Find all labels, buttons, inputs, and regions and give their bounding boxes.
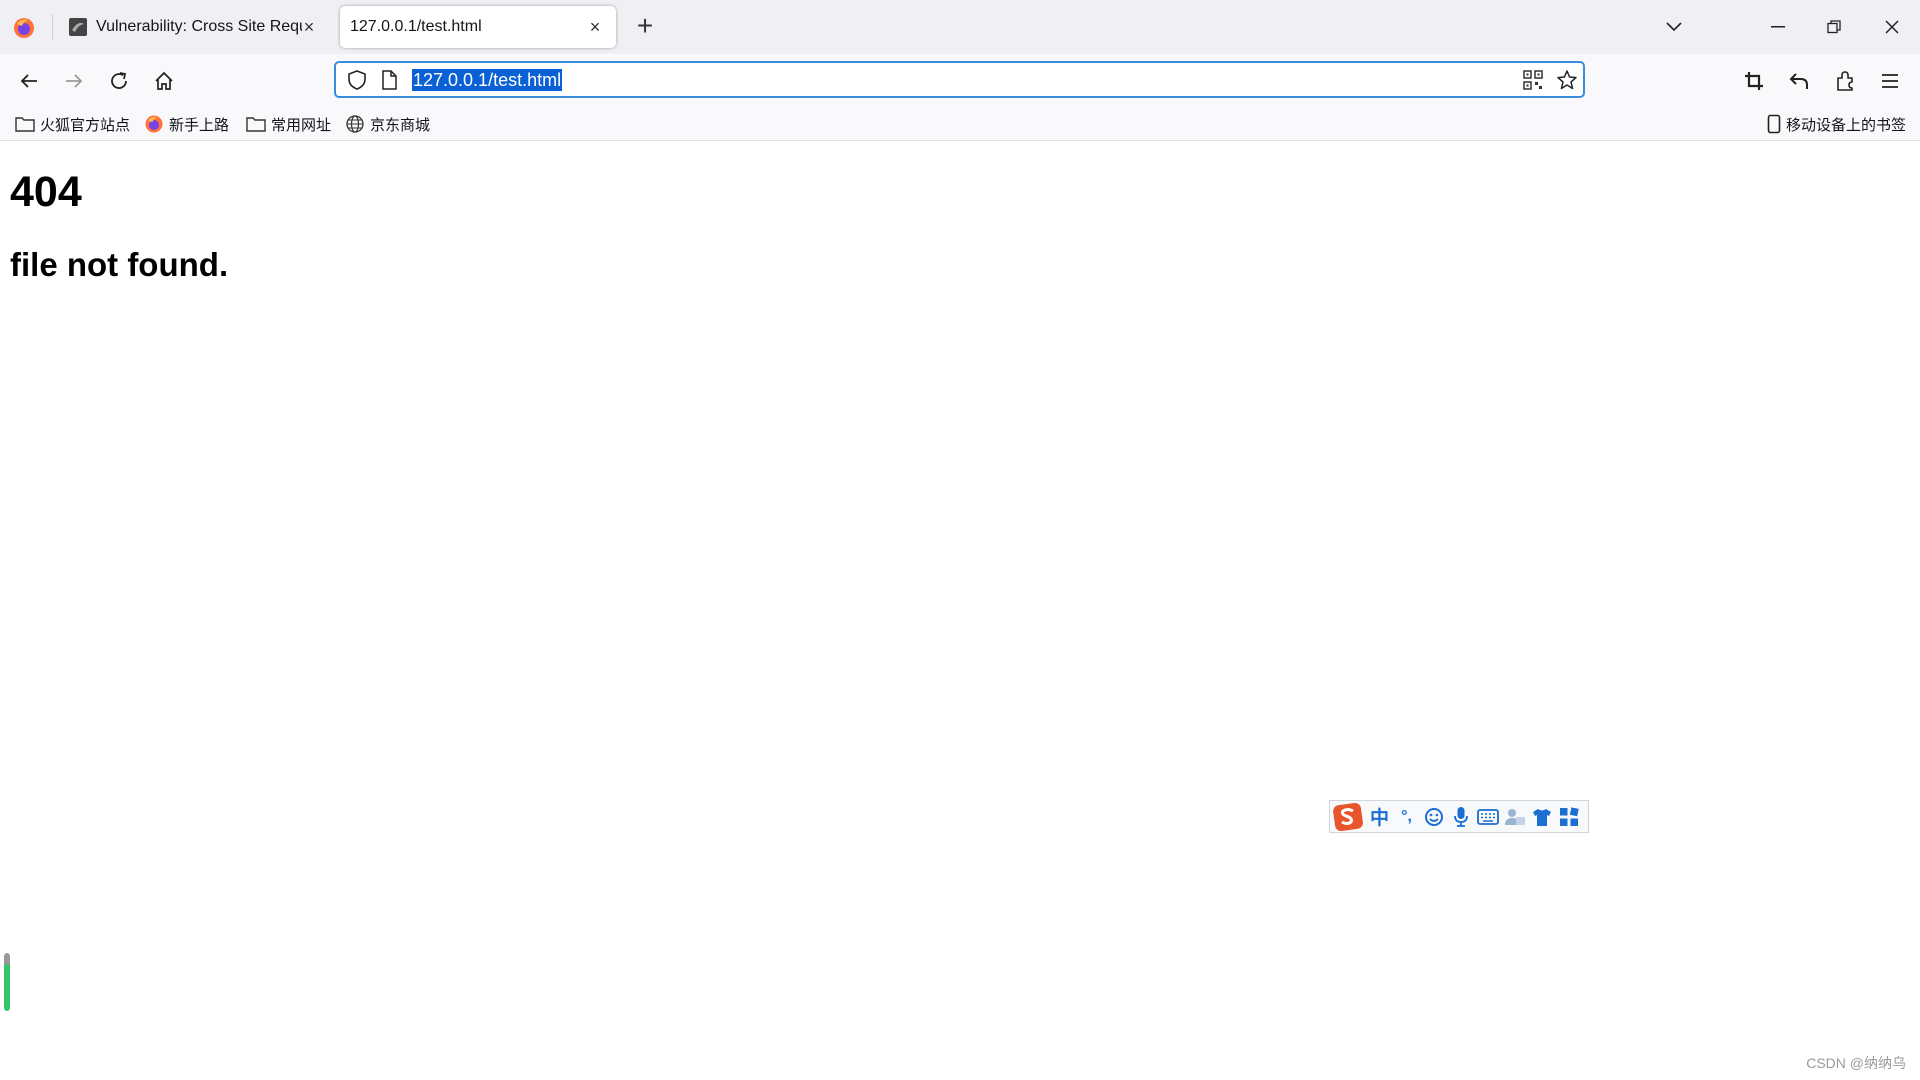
- tab-test-html[interactable]: 127.0.0.1/test.html ×: [340, 6, 616, 48]
- error-message: file not found.: [10, 246, 229, 283]
- home-icon[interactable]: [146, 63, 182, 99]
- keyboard-icon[interactable]: [1474, 803, 1501, 831]
- bookmark-firefox-site[interactable]: 火狐官方站点: [15, 112, 130, 136]
- firefox-icon: [145, 115, 163, 133]
- bookmark-label: 火狐官方站点: [40, 116, 131, 134]
- mobile-bookmarks[interactable]: 移动设备上的书签: [1767, 112, 1906, 136]
- dvwa-favicon-icon: [68, 17, 88, 37]
- sogou-logo-icon[interactable]: [1330, 802, 1366, 831]
- bookmark-star-icon[interactable]: [1556, 69, 1578, 96]
- bookmark-label: 新手上路: [169, 116, 230, 134]
- url-bar[interactable]: 127.0.0.1/test.html: [334, 61, 1585, 98]
- ime-mode-label[interactable]: 中: [1366, 803, 1393, 831]
- skin-shirt-icon[interactable]: [1528, 803, 1555, 831]
- folder-icon: [246, 117, 266, 132]
- back-icon[interactable]: [11, 63, 47, 99]
- reload-icon[interactable]: [101, 63, 137, 99]
- toolbox-grid-icon[interactable]: [1555, 803, 1582, 831]
- undo-icon[interactable]: [1781, 63, 1817, 99]
- close-window-icon[interactable]: [1864, 0, 1920, 54]
- minimize-icon[interactable]: [1750, 0, 1806, 54]
- firefox-menu-icon[interactable]: [12, 16, 36, 40]
- bookmark-label: 京东商城: [370, 116, 431, 134]
- url-text[interactable]: 127.0.0.1/test.html: [412, 69, 563, 91]
- side-progress-indicator: [4, 953, 10, 1011]
- tab-title: Vulnerability: Cross Site Requ: [96, 18, 302, 35]
- ime-toolbar[interactable]: 中 °,: [1329, 800, 1589, 833]
- microphone-icon[interactable]: [1447, 803, 1474, 831]
- close-tab-icon[interactable]: ×: [298, 16, 320, 38]
- close-tab-icon[interactable]: ×: [584, 16, 606, 38]
- globe-icon: [346, 115, 364, 133]
- watermark-text: CSDN @纳纳乌: [1806, 1055, 1906, 1071]
- bookmark-label: 常用网址: [271, 116, 332, 134]
- menu-icon[interactable]: [1872, 63, 1908, 99]
- tab-title: 127.0.0.1/test.html: [350, 18, 482, 35]
- emoji-icon[interactable]: [1420, 803, 1447, 831]
- list-all-tabs-icon[interactable]: [1646, 0, 1702, 54]
- folder-icon: [15, 117, 35, 132]
- extensions-icon[interactable]: [1827, 63, 1863, 99]
- bookmark-jd[interactable]: 京东商城: [345, 112, 430, 136]
- mobile-device-icon: [1767, 114, 1781, 134]
- screenshot-icon[interactable]: [1736, 63, 1772, 99]
- new-tab-button[interactable]: +: [630, 10, 660, 42]
- qr-code-icon[interactable]: [1523, 70, 1543, 95]
- tab-vulnerability[interactable]: Vulnerability: Cross Site Requ ×: [56, 6, 330, 48]
- forward-icon[interactable]: [56, 63, 92, 99]
- ime-punctuation-label[interactable]: °,: [1393, 803, 1420, 831]
- tab-strip: Vulnerability: Cross Site Requ × 127.0.0…: [0, 0, 1920, 54]
- bookmarks-toolbar: 火狐官方站点 新手上路 常用网址 京东商城 移动设备上的书签: [0, 107, 1920, 141]
- bookmark-getting-started[interactable]: 新手上路: [144, 112, 229, 136]
- navigation-toolbar: 127.0.0.1/test.html: [0, 54, 1920, 107]
- page-info-icon[interactable]: [380, 69, 398, 96]
- mobile-bookmarks-label: 移动设备上的书签: [1785, 116, 1906, 134]
- restore-icon[interactable]: [1806, 0, 1862, 54]
- page-heading: 404: [10, 168, 82, 216]
- user-card-icon[interactable]: [1501, 803, 1528, 831]
- bookmark-common-sites[interactable]: 常用网址: [246, 112, 331, 136]
- tracking-protection-icon[interactable]: [346, 69, 368, 96]
